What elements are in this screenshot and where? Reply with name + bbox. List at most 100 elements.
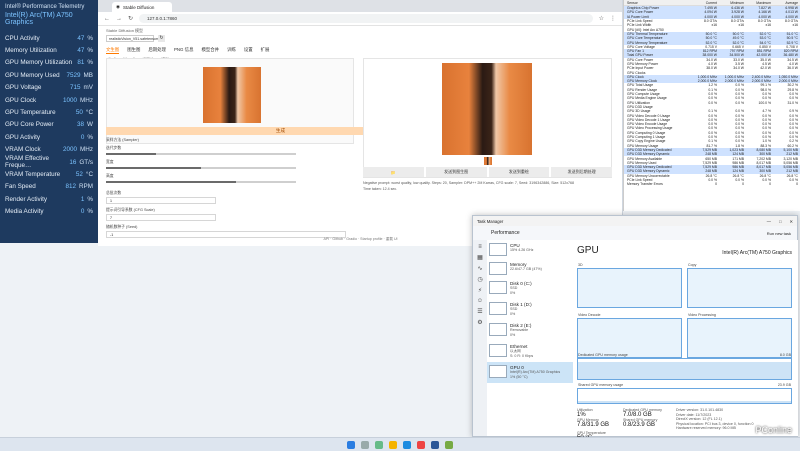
startup-icon[interactable]: ⚡ — [473, 287, 487, 294]
telemetry-row: GPU Clock 1000 MHz — [0, 94, 98, 106]
tab-favicon-icon: ◉ — [116, 4, 120, 9]
output-thumbnail[interactable] — [484, 157, 492, 165]
telemetry-unit: mV — [83, 84, 93, 92]
menu-icon[interactable]: ⋮ — [610, 15, 616, 22]
forward-icon[interactable]: → — [116, 16, 122, 22]
main-tab[interactable]: 图生图 — [127, 47, 140, 54]
explorer-icon[interactable] — [389, 440, 397, 449]
output-action-button[interactable]: 发送到后期处理 — [551, 167, 612, 177]
tm-titlebar: Task Manager — □ ✕ — [473, 216, 797, 226]
cfg-input[interactable]: 7 — [106, 214, 216, 221]
main-tab[interactable]: 设置 — [244, 47, 253, 54]
run-new-task-button[interactable]: Run new task — [767, 231, 791, 236]
device-item[interactable]: Memory 22.6/47.7 GB (47%) — [487, 259, 573, 278]
performance-icon[interactable]: ∿ — [473, 265, 487, 272]
telemetry-unit: W — [87, 121, 93, 129]
width-slider[interactable] — [106, 167, 296, 169]
width-label: 宽度 — [106, 160, 114, 164]
app-icon[interactable] — [445, 440, 453, 449]
sensor-value: 38.0 W — [706, 66, 717, 71]
sensor-column-header[interactable]: Minimum — [719, 1, 746, 5]
output-action-button[interactable]: 发送到图生图 — [425, 167, 487, 177]
device-item[interactable]: Disk 1 (D:) SSD 0% — [487, 299, 573, 320]
device-subtitle: 22.6/47.7 GB (47%) — [510, 267, 542, 271]
steps-label: 迭代步数 — [106, 146, 122, 150]
telemetry-row: GPU Core Power 38 W — [0, 119, 98, 131]
sensor-column-header[interactable]: Maximum — [746, 1, 773, 5]
tm-header: Performance Run new task — [473, 226, 797, 240]
device-subtitle: 15% 4.26 GHz — [510, 248, 534, 252]
main-tab[interactable]: 模型合并 — [201, 47, 219, 54]
terminal-icon[interactable] — [431, 440, 439, 449]
device-item[interactable]: Ethernet 以太网 S: 0 R: 0 Kbps — [487, 341, 573, 362]
processes-icon[interactable]: ▦ — [473, 254, 487, 261]
output-action-button[interactable]: 📁 — [363, 167, 424, 177]
batch-input[interactable]: 1 — [106, 197, 216, 204]
output-action-button[interactable]: 发送到重绘 — [488, 167, 550, 177]
start-icon[interactable] — [347, 440, 355, 449]
chrome-icon[interactable] — [417, 440, 425, 449]
task-view-icon[interactable] — [375, 440, 383, 449]
address-input[interactable]: 127.0.0.1:7860 — [139, 14, 593, 23]
sensor-value: 36.0 W — [787, 66, 798, 71]
main-tab[interactable]: 训练 — [227, 47, 236, 54]
close-icon[interactable]: ✕ — [789, 219, 793, 224]
device-subtitle: 0% — [510, 333, 516, 337]
sensor-row[interactable]: Memory Transfer Errors 0 0 0 0 — [624, 182, 800, 186]
sensor-column-header[interactable]: Sensor — [624, 1, 692, 5]
menu-icon[interactable]: ≡ — [473, 244, 487, 250]
history-icon[interactable]: ◷ — [473, 276, 487, 283]
main-tab[interactable]: 文生图 — [106, 47, 120, 54]
maximize-icon[interactable]: □ — [779, 219, 782, 224]
steps-slider[interactable] — [106, 153, 296, 155]
sensor-value: x16 — [792, 23, 798, 28]
telemetry-unit: °C — [85, 170, 93, 178]
telemetry-unit: GT/s — [79, 158, 93, 166]
main-tab[interactable]: 扩展 — [261, 47, 270, 54]
output-image[interactable] — [442, 63, 532, 155]
height-label: 高度 — [106, 174, 114, 178]
star-icon[interactable]: ☆ — [599, 15, 604, 22]
reload-icon[interactable]: ↻ — [128, 15, 133, 22]
device-subtitle: 0% — [510, 291, 516, 295]
tm-nav-rail: ≡ ▦ ∿ ◷ ⚡ ☺ ☰ ⚙ — [473, 240, 487, 436]
users-icon[interactable]: ☺ — [473, 298, 487, 304]
sensor-column-header[interactable]: Current — [692, 1, 719, 5]
main-tab[interactable]: 后期处理 — [148, 47, 166, 54]
telemetry-value: 7529 MB — [66, 71, 93, 79]
device-item[interactable]: Disk 2 (E:) Removable 0% — [487, 320, 573, 341]
time-taken: Time taken: 12.4 sec. — [363, 186, 398, 191]
device-list: CPU 15% 4.26 GHz Memory 22.6/47.7 GB (47%) D… — [487, 240, 573, 436]
telemetry-row: VRAM Effective Freque… 16 GT/s — [0, 155, 98, 169]
height-slider[interactable] — [106, 181, 296, 183]
main-tab[interactable]: PNG 信息 — [174, 47, 194, 54]
refresh-model-icon[interactable]: ↻ — [158, 34, 165, 42]
details-icon[interactable]: ☰ — [473, 308, 487, 315]
edge-icon[interactable] — [403, 440, 411, 449]
model-dropdown[interactable]: realisticVision_V51.safetensors — [106, 35, 159, 42]
sensor-value: x16 — [711, 23, 717, 28]
graph-shared-memory: Shared GPU memory usage 23.9 GB — [577, 383, 792, 404]
device-item[interactable]: CPU 15% 4.26 GHz — [487, 240, 573, 259]
search-icon[interactable] — [361, 440, 369, 449]
sensor-value: 42.0 W — [760, 66, 771, 71]
gpu-memory-value: 7.8/31.9 GB — [577, 422, 610, 428]
sensor-column-header[interactable]: Average — [773, 1, 800, 5]
telemetry-unit: RPM — [79, 183, 93, 191]
telemetry-label: VRAM Temperature — [5, 170, 61, 178]
telemetry-row: VRAM Temperature 52 °C — [0, 168, 98, 180]
browser-tab[interactable]: ◉ Stable Diffusion — [112, 2, 172, 12]
device-item[interactable]: Disk 0 (C:) SSD 0% — [487, 278, 573, 299]
sensor-value: 31.0 % — [787, 100, 798, 105]
minimize-icon[interactable]: — — [767, 219, 771, 224]
telemetry-label: Fan Speed — [5, 183, 36, 191]
back-icon[interactable]: ← — [104, 16, 110, 22]
gpu-detail: GPU Intel(R) Arc(TM) A750 Graphics 3D Co… — [573, 240, 798, 441]
telemetry-label: Memory Utilization — [5, 47, 57, 55]
telemetry-overlay: Intel® Performance Telemetry Intel(R) Ar… — [0, 0, 98, 243]
device-item[interactable]: GPU 0 Intel(R) Arc(TM) A750 Graphics 1% (5… — [487, 362, 573, 383]
services-icon[interactable]: ⚙ — [473, 319, 487, 326]
telemetry-row: Media Activity 0% — [0, 205, 98, 217]
telemetry-label: GPU Activity — [5, 133, 40, 141]
device-thumbnail — [489, 262, 507, 275]
